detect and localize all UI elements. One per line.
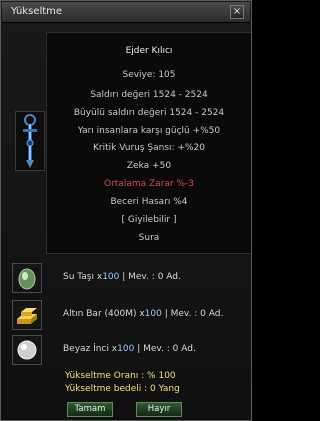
material-row: Altın Bar (400M) x100 | Mev. : 0 Ad. <box>12 300 246 330</box>
item-info-panel: Ejder Kılıcı Seviye: 105 Saldırı değeri … <box>46 32 251 254</box>
water-stone-icon <box>18 268 36 290</box>
white-pearl-icon <box>17 340 37 360</box>
item-stat: Beceri Hasarı %4 <box>110 197 188 207</box>
item-stat: Saldırı değeri 1524 - 2524 <box>90 90 208 100</box>
item-name: Ejder Kılıcı <box>125 46 173 56</box>
material-slot[interactable] <box>12 335 42 365</box>
item-class: Sura <box>138 233 160 243</box>
item-stat: Yarı insanlara karşı güçlü +%50 <box>77 126 221 136</box>
material-text: Altın Bar (400M) x100 | Mev. : 0 Ad. <box>63 309 224 319</box>
gold-bar-icon <box>17 308 37 324</box>
material-row: Beyaz İnci x100 | Mev. : 0 Ad. <box>12 335 246 365</box>
upgrade-cost: Yükseltme bedeli : 0 Yang <box>65 384 180 394</box>
weapon-slot[interactable] <box>15 111 45 171</box>
material-slot[interactable] <box>12 263 42 293</box>
item-stat: Kritik Vuruş Şansı: +%20 <box>93 143 205 153</box>
window-title: Yükseltme <box>11 6 63 17</box>
item-wearable: [ Giyilebilir ] <box>121 215 177 225</box>
item-stat-negative: Ortalama Zarar %-3 <box>104 179 194 189</box>
upgrade-window: Yükseltme × Ejder Kılıcı Seviye: 105 Sal… <box>0 0 252 421</box>
item-stat: Büyülü saldırı değeri 1524 - 2524 <box>73 108 225 118</box>
title-bar[interactable]: Yükseltme × <box>2 2 250 23</box>
material-row: Su Taşı x100 | Mev. : 0 Ad. <box>12 263 246 293</box>
material-text: Beyaz İnci x100 | Mev. : 0 Ad. <box>63 344 196 354</box>
material-text: Su Taşı x100 | Mev. : 0 Ad. <box>63 272 181 282</box>
ok-button[interactable]: Tamam <box>67 402 113 417</box>
material-slot[interactable] <box>12 300 42 330</box>
dragon-sword-icon <box>23 114 37 168</box>
item-stat: Zeka +50 <box>126 161 172 171</box>
close-button[interactable]: × <box>230 5 244 19</box>
upgrade-rate: Yükseltme Oranı : % 100 <box>65 371 176 381</box>
item-level: Seviye: 105 <box>122 70 176 80</box>
cancel-button[interactable]: Hayır <box>136 402 182 417</box>
